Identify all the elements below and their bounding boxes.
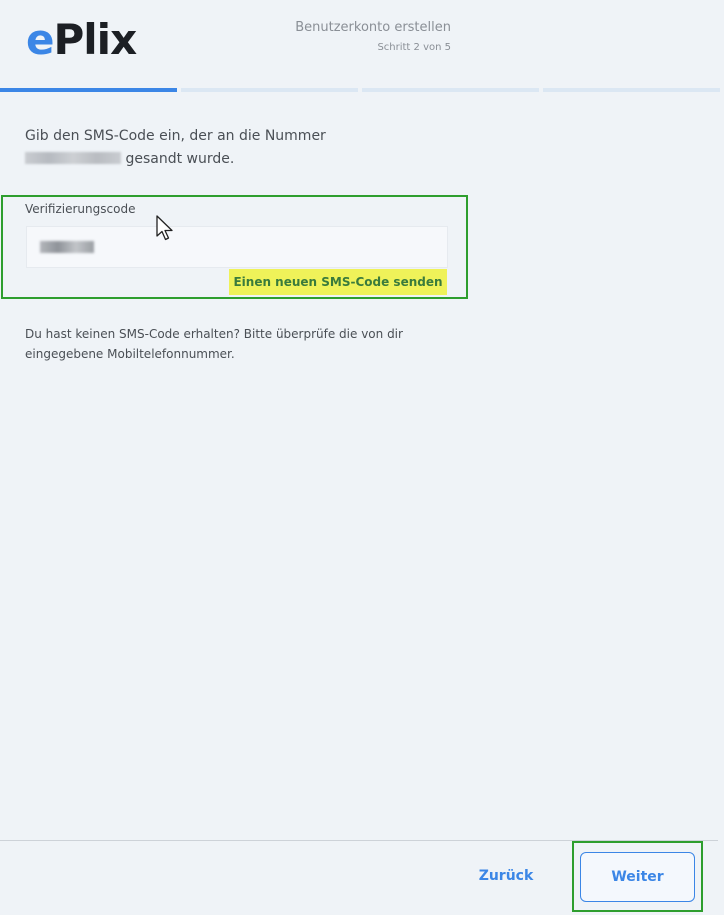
step-indicator: Schritt 2 von 5 — [377, 42, 451, 53]
resend-sms-button[interactable]: Einen neuen SMS-Code senden — [229, 269, 447, 295]
back-button[interactable]: Zurück — [466, 862, 546, 890]
logo-e: e — [26, 15, 54, 64]
next-button[interactable]: Weiter — [580, 852, 695, 902]
instruction-after: gesandt wurde. — [125, 151, 235, 167]
progress-segment-2 — [181, 88, 358, 92]
progress-bar — [0, 88, 720, 92]
progress-segment-3 — [362, 88, 539, 92]
progress-segment-1 — [0, 88, 177, 92]
instruction-before: Gib den SMS-Code ein, der an die Nummer — [25, 128, 326, 144]
logo-text: Plix — [53, 15, 138, 64]
header-info: Benutzerkonto erstellen Schritt 2 von 5 — [295, 20, 451, 54]
progress-segment-4 — [543, 88, 720, 92]
mouse-cursor-icon — [156, 215, 173, 241]
eplix-logo: e Plix — [26, 15, 138, 64]
instruction-text: Gib den SMS-Code ein, der an die Nummer … — [25, 125, 445, 171]
redacted-code-value — [40, 241, 94, 253]
page-title: Benutzerkonto erstellen — [295, 20, 451, 35]
redacted-phone-number — [25, 152, 121, 164]
verification-code-label: Verifizierungscode — [25, 202, 136, 216]
no-sms-hint: Du hast keinen SMS-Code erhalten? Bitte … — [25, 327, 403, 361]
